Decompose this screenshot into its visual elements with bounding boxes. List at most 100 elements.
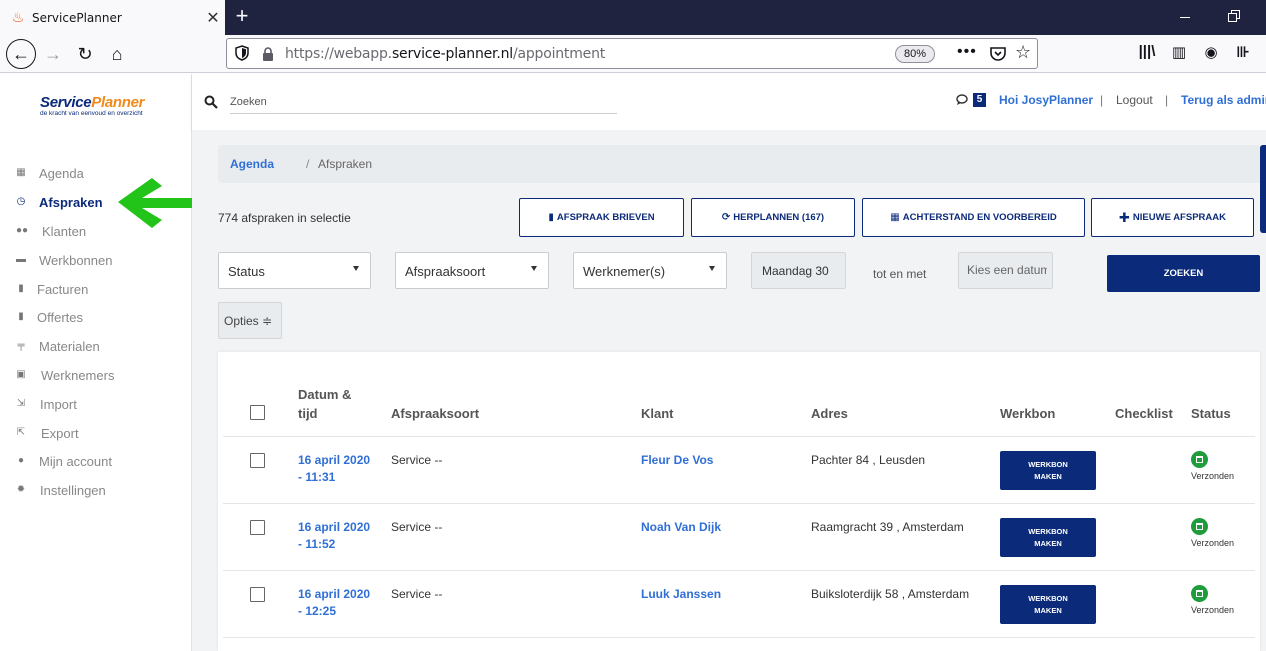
extensions-icon[interactable]: ⊪ xyxy=(1233,43,1253,63)
calendar-icon: ▦ xyxy=(16,167,26,178)
sidebar-item-instellingen[interactable]: ✹ Instellingen xyxy=(0,479,192,501)
more-dots-icon[interactable]: ••• xyxy=(957,43,977,61)
sidebar-item-mijn-account[interactable]: ● Mijn account xyxy=(0,450,192,472)
header-datum[interactable]: Datum & tijd xyxy=(298,385,351,423)
header-werkbon[interactable]: Werkbon xyxy=(1000,406,1055,421)
forward-arrow-icon[interactable]: → xyxy=(38,39,68,69)
status-select[interactable]: Status xyxy=(218,252,371,289)
breadcrumb-agenda-link[interactable]: Agenda xyxy=(230,157,274,171)
row-date-link[interactable]: 16 april 2020- 12:25 xyxy=(298,586,370,620)
werkbon-maken-button[interactable]: WERKBON MAKEN xyxy=(1000,585,1096,624)
caret-down-icon xyxy=(531,266,537,271)
close-icon[interactable]: ✕ xyxy=(201,8,225,28)
opties-button[interactable]: Opties ≑ xyxy=(218,302,282,339)
calendar-check-icon xyxy=(1191,451,1208,468)
app-topbar: 5 Hoi JosyPlanner | Logout | Terug als a… xyxy=(192,74,1266,130)
row-afspraaksoort: Service -- xyxy=(391,520,443,534)
row-checkbox[interactable] xyxy=(250,520,265,535)
sidebar-item-label: Werknemers xyxy=(41,367,115,383)
paint-roller-icon: ╤ xyxy=(17,340,25,351)
back-as-admin-link[interactable]: Terug als admin xyxy=(1181,93,1266,107)
werkbon-maken-button[interactable]: WERKBON MAKEN xyxy=(1000,518,1096,557)
select-all-checkbox[interactable] xyxy=(250,405,265,420)
reload-icon[interactable]: ↻ xyxy=(70,39,100,69)
row-klant-link[interactable]: Noah Van Dijk xyxy=(641,520,721,534)
afspraaksoort-select[interactable]: Afspraaksoort xyxy=(395,252,549,289)
row-klant-link[interactable]: Luuk Janssen xyxy=(641,587,721,601)
sidebar-toggle-icon[interactable]: ▥ xyxy=(1169,43,1189,63)
file-icon: ▮ xyxy=(18,311,24,322)
url-bar[interactable]: https://webapp.service-planner.nl/appoin… xyxy=(226,38,1038,69)
sidebar-item-label: Offertes xyxy=(37,309,84,325)
sidebar-item-werknemers[interactable]: ▣ Werknemers xyxy=(0,364,192,386)
url-text[interactable]: https://webapp.service-planner.nl/appoin… xyxy=(285,46,605,62)
star-icon[interactable]: ☆ xyxy=(1015,42,1031,63)
zoeken-button[interactable]: ZOEKEN xyxy=(1107,255,1260,292)
werkbon-maken-button[interactable]: WERKBON MAKEN xyxy=(1000,451,1096,490)
file-download-icon: ▮ xyxy=(548,212,554,223)
zoom-badge[interactable]: 80% xyxy=(895,45,935,63)
clock-icon: ◷ xyxy=(16,196,26,207)
home-icon[interactable]: ⌂ xyxy=(102,39,132,69)
sidebar-item-werkbonnen[interactable]: ▬ Werkbonnen xyxy=(0,249,192,271)
flame-icon: ♨ xyxy=(11,9,25,25)
row-klant-link[interactable]: Fleur De Vos xyxy=(641,453,713,467)
sidebar-item-facturen[interactable]: ▮ Facturen xyxy=(0,278,192,300)
gear-icon: ✹ xyxy=(16,484,26,495)
library-icon[interactable]: |||\ xyxy=(1137,43,1157,63)
row-checkbox[interactable] xyxy=(250,453,265,468)
restore-icon[interactable] xyxy=(1228,10,1240,22)
header-checklist[interactable]: Checklist xyxy=(1115,406,1173,421)
header-status[interactable]: Status xyxy=(1191,406,1231,421)
sidebar-item-label: Materialen xyxy=(39,338,100,354)
breadcrumb-separator: / xyxy=(306,157,310,171)
account-icon[interactable]: ◉ xyxy=(1201,43,1221,63)
sidebar-item-export[interactable]: ⇱ Export xyxy=(0,422,192,444)
minimize-icon[interactable] xyxy=(1178,10,1192,24)
row-status: Verzonden xyxy=(1191,605,1235,615)
row-adres: Raamgracht 39 , Amsterdam xyxy=(811,520,964,534)
werknemers-select[interactable]: Werknemer(s) xyxy=(573,252,727,289)
sidebar-item-materialen[interactable]: ╤ Materialen xyxy=(0,335,192,357)
header-klant[interactable]: Klant xyxy=(641,406,674,421)
herplannen-button[interactable]: ⟳ HERPLANNEN (167) xyxy=(691,198,855,237)
import-icon: ⇲ xyxy=(16,398,26,409)
date-from-field[interactable]: Maandag 30 xyxy=(751,252,846,289)
users-icon: ●● xyxy=(16,225,29,236)
side-panel-tab[interactable] xyxy=(1260,145,1266,233)
user-icon: ● xyxy=(17,455,25,466)
tab-title: ServicePlanner xyxy=(32,10,122,25)
calendar-check-icon xyxy=(1191,518,1208,535)
plus-icon[interactable]: + xyxy=(232,4,252,30)
lock-icon[interactable] xyxy=(261,46,275,62)
sidebar-item-label: Afspraken xyxy=(39,194,103,210)
back-arrow-icon[interactable]: ← xyxy=(6,39,36,69)
pocket-icon[interactable] xyxy=(989,45,1007,63)
date-to-input[interactable] xyxy=(967,263,1047,277)
row-date-link[interactable]: 16 april 2020- 11:52 xyxy=(298,519,370,553)
app-sidebar: ServicePlanner de kracht van eenvoud en … xyxy=(0,74,192,651)
search-icon[interactable] xyxy=(204,95,218,109)
shield-icon[interactable] xyxy=(235,45,249,61)
header-adres[interactable]: Adres xyxy=(811,406,848,421)
search-input[interactable] xyxy=(230,90,617,114)
row-divider xyxy=(223,570,1255,571)
row-date-link[interactable]: 16 april 2020- 11:31 xyxy=(298,452,370,486)
nieuwe-afspraak-button[interactable]: ✚ NIEUWE AFSPRAAK xyxy=(1091,198,1254,237)
logout-link[interactable]: Logout xyxy=(1116,93,1153,107)
sidebar-item-offertes[interactable]: ▮ Offertes xyxy=(0,306,192,328)
separator: | xyxy=(1165,93,1169,107)
date-to-field[interactable] xyxy=(958,252,1053,289)
browser-tab[interactable]: ♨ ServicePlanner ✕ xyxy=(0,0,225,35)
header-afspraaksoort[interactable]: Afspraaksoort xyxy=(391,406,479,421)
user-greeting-link[interactable]: Hoi JosyPlanner xyxy=(999,93,1093,107)
message-count-badge[interactable]: 5 xyxy=(973,93,986,107)
sidebar-item-import[interactable]: ⇲ Import xyxy=(0,393,192,415)
achterstand-button[interactable]: ▦ ACHTERSTAND EN VOORBEREID xyxy=(862,198,1085,237)
afspraak-brieven-button[interactable]: ▮ AFSPRAAK BRIEVEN xyxy=(519,198,684,237)
sidebar-item-label: Werkbonnen xyxy=(39,252,113,268)
row-checkbox[interactable] xyxy=(250,587,265,602)
chat-icon[interactable] xyxy=(956,94,968,106)
file-icon: ▮ xyxy=(18,283,24,294)
logo[interactable]: ServicePlanner de kracht van eenvoud en … xyxy=(40,94,145,117)
